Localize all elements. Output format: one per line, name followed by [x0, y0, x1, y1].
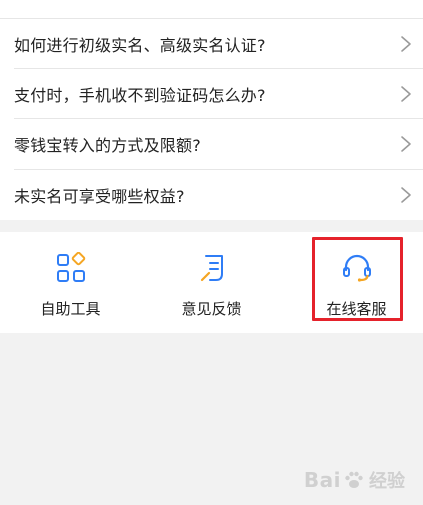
tool-label: 自助工具	[40, 300, 101, 318]
highlight-box	[312, 237, 403, 321]
faq-item-1[interactable]: 如何进行初级实名、高级实名认证?	[0, 19, 423, 69]
feedback-edit-icon	[200, 255, 223, 282]
faq-item-2[interactable]: 支付时，手机收不到验证码怎么办?	[0, 69, 423, 119]
tool-label: 意见反馈	[181, 300, 242, 318]
faq-item-label: 零钱宝转入的方式及限额?	[14, 136, 201, 155]
grid-apps-icon	[56, 252, 85, 282]
faq-item-label: 如何进行初级实名、高级实名认证?	[14, 36, 266, 55]
faq-list: 如何进行初级实名、高级实名认证? 支付时，手机收不到验证码怎么办? 零钱宝转入的…	[0, 0, 423, 220]
chevron-right-icon	[401, 36, 411, 52]
watermark: Bai 经验	[304, 467, 405, 493]
watermark-brand: Bai	[303, 468, 341, 492]
chevron-right-icon	[401, 86, 411, 102]
chevron-right-icon	[401, 187, 411, 203]
paw-icon	[345, 471, 363, 488]
faq-item-label: 支付时，手机收不到验证码怎么办?	[14, 86, 266, 105]
page: 如何进行初级实名、高级实名认证? 支付时，手机收不到验证码怎么办? 零钱宝转入的…	[0, 0, 423, 505]
chevron-right-icon	[401, 136, 411, 152]
faq-item-3[interactable]: 零钱宝转入的方式及限额?	[0, 119, 423, 169]
watermark-suffix: 经验	[369, 471, 405, 492]
feedback-button[interactable]: 意见反馈	[141, 232, 282, 333]
faq-item-4[interactable]: 未实名可享受哪些权益?	[0, 170, 423, 220]
self-help-tools-button[interactable]: 自助工具	[0, 232, 141, 333]
faq-item-label: 未实名可享受哪些权益?	[14, 187, 185, 206]
